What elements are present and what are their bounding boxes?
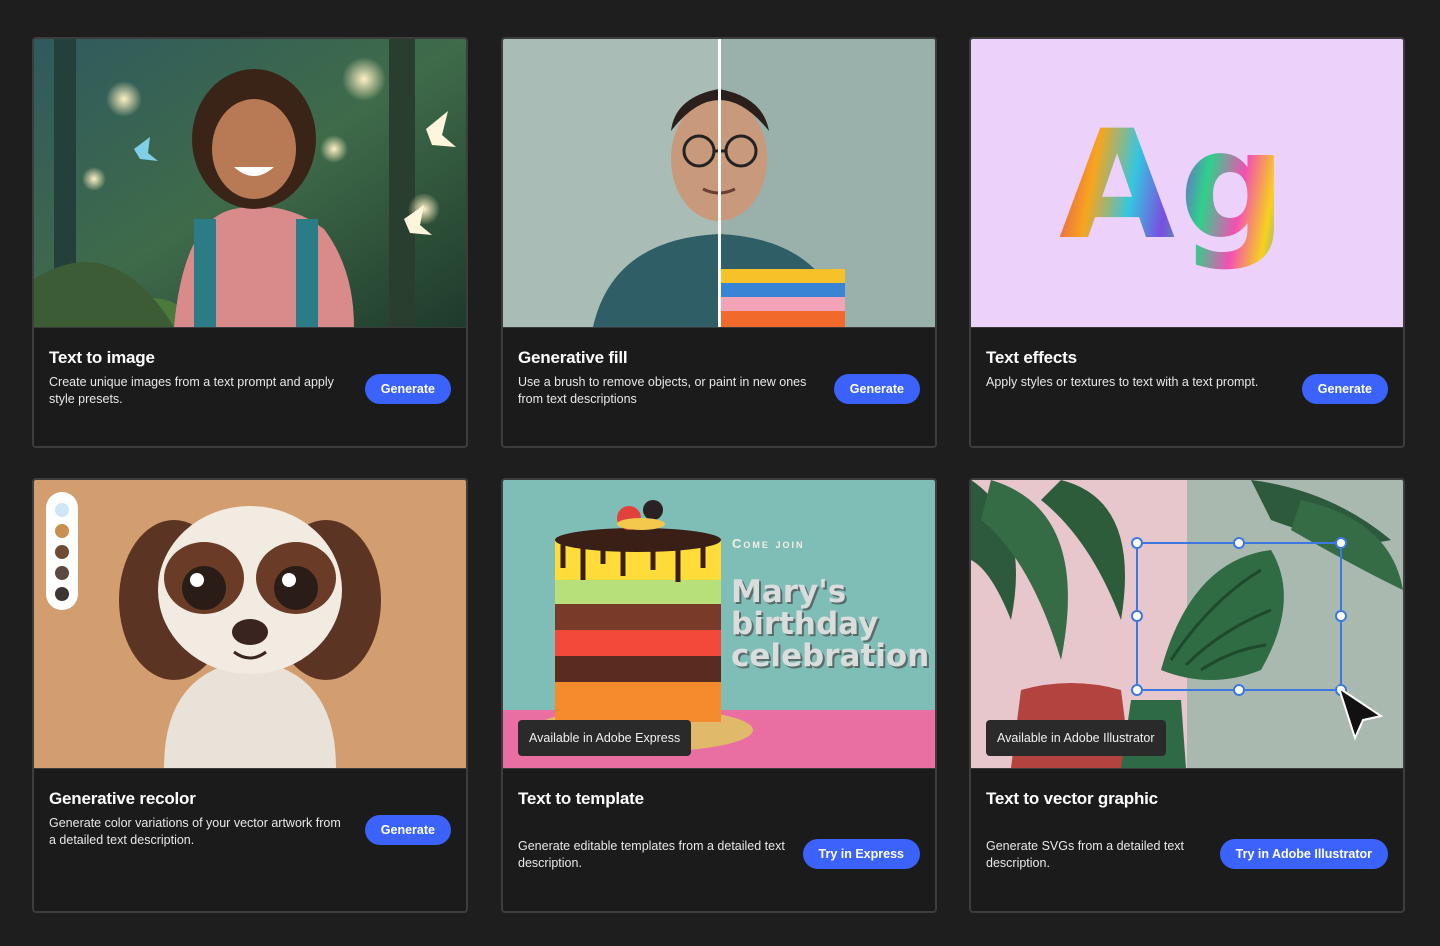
card-title: Generative fill xyxy=(518,348,628,367)
text-effects-thumbnail: Ag xyxy=(971,39,1403,328)
card-body: Generative fill Use a brush to remove ob… xyxy=(503,328,935,445)
card-title: Text effects xyxy=(986,348,1077,367)
card-description: Use a brush to remove objects, or paint … xyxy=(518,375,807,406)
text-to-image-thumbnail xyxy=(34,39,466,328)
card-description: Apply styles or textures to text with a … xyxy=(986,375,1259,389)
card-title: Generative recolor xyxy=(49,789,196,808)
swatch xyxy=(55,587,69,601)
availability-badge: Available in Adobe Express xyxy=(518,720,692,756)
card-text-to-image[interactable]: Text to image Create unique images from … xyxy=(32,37,468,448)
swatch xyxy=(55,503,69,517)
card-description: Generate SVGs from a detailed text descr… xyxy=(986,839,1185,870)
card-title: Text to image xyxy=(49,348,155,367)
card-generative-recolor[interactable]: Generative recolor Generate color variat… xyxy=(32,478,468,913)
text-to-template-thumbnail: Come join Mary's birthday celebration Av… xyxy=(503,480,935,769)
card-text-to-vector-graphic[interactable]: Available in Adobe Illustrator Text to v… xyxy=(969,478,1405,913)
swatch xyxy=(55,545,69,559)
card-generative-fill[interactable]: Generative fill Use a brush to remove ob… xyxy=(501,37,937,448)
swatch xyxy=(55,524,69,538)
availability-badge: Available in Adobe Illustrator xyxy=(986,720,1166,756)
try-in-express-button[interactable]: Try in Express xyxy=(802,839,920,869)
swatch xyxy=(55,566,69,580)
generative-recolor-thumbnail xyxy=(34,480,466,769)
template-headline: Mary's birthday celebration xyxy=(731,574,930,674)
card-title: Text to template xyxy=(518,789,644,808)
generate-button[interactable]: Generate xyxy=(1301,374,1388,404)
generate-button[interactable]: Generate xyxy=(364,815,451,845)
card-body: Text effects Apply styles or textures to… xyxy=(971,328,1403,445)
card-body: Text to template Generate editable templ… xyxy=(503,769,935,886)
text-to-vector-thumbnail: Available in Adobe Illustrator xyxy=(971,480,1403,769)
card-description: Generate editable templates from a detai… xyxy=(518,839,785,870)
card-body: Generative recolor Generate color variat… xyxy=(34,769,466,886)
card-body: Text to vector graphic Generate SVGs fro… xyxy=(971,769,1403,886)
card-text-to-template[interactable]: Come join Mary's birthday celebration Av… xyxy=(501,478,937,913)
card-description: Generate color variations of your vector… xyxy=(49,816,341,847)
text-effects-sample: Ag xyxy=(1059,99,1291,273)
generate-button[interactable]: Generate xyxy=(364,374,451,404)
card-title: Text to vector graphic xyxy=(986,789,1158,808)
card-body: Text to image Create unique images from … xyxy=(34,328,466,445)
card-description: Create unique images from a text prompt … xyxy=(49,375,334,406)
try-in-illustrator-button[interactable]: Try in Adobe Illustrator xyxy=(1219,839,1388,869)
generate-button[interactable]: Generate xyxy=(833,374,920,404)
template-headline-small: Come join xyxy=(732,536,805,551)
card-text-effects[interactable]: Ag Text effects Apply styles or textures… xyxy=(969,37,1405,448)
features-grid: Text to image Create unique images from … xyxy=(0,0,1440,946)
generative-fill-thumbnail xyxy=(503,39,935,328)
